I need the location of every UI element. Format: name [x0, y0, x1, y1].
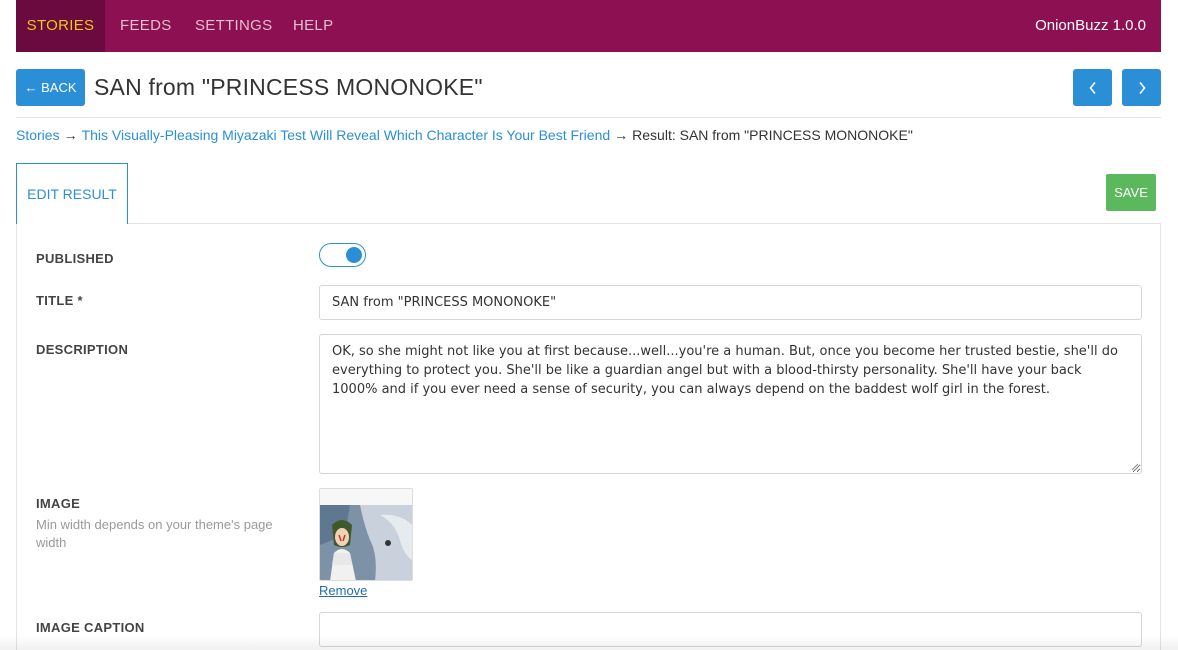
description-textarea[interactable]: OK, so she might not like you at first b… [319, 334, 1142, 474]
tab-edit-result[interactable]: EDIT RESULT [16, 163, 128, 224]
page-title: SAN from "PRINCESS MONONOKE" [94, 74, 483, 100]
nav-item-feeds[interactable]: FEEDS [120, 0, 172, 52]
back-button[interactable]: ← BACK [16, 69, 85, 106]
resize-grip-icon[interactable] [1131, 463, 1139, 471]
nav-item-settings[interactable]: SETTINGS [195, 0, 272, 52]
app-brand: OnionBuzz 1.0.0 [1035, 17, 1146, 34]
top-navbar: STORIES FEEDS SETTINGS HELP OnionBuzz 1.… [16, 0, 1161, 52]
breadcrumb-story-link[interactable]: This Visually-Pleasing Miyazaki Test Wil… [82, 127, 611, 143]
nav-item-help[interactable]: HELP [293, 0, 333, 52]
previous-button[interactable] [1073, 69, 1112, 106]
next-button[interactable] [1122, 69, 1161, 106]
image-thumbnail [319, 488, 413, 581]
toggle-knob [346, 247, 362, 263]
header-divider [16, 117, 1161, 118]
description-label: DESCRIPTION [36, 342, 129, 357]
breadcrumb-stories-link[interactable]: Stories [16, 127, 60, 143]
save-button[interactable]: SAVE [1106, 174, 1156, 211]
breadcrumb-arrow: → [614, 127, 629, 143]
breadcrumb-arrow: → [63, 127, 78, 143]
image-caption-label: IMAGE CAPTION [36, 620, 145, 635]
image-preview [320, 505, 412, 580]
title-input[interactable]: SAN from "PRINCESS MONONOKE" [319, 285, 1142, 320]
nav-item-stories[interactable]: STORIES [16, 0, 105, 52]
chevron-left-icon [1088, 81, 1096, 94]
image-label: IMAGE [36, 496, 81, 511]
remove-image-link[interactable]: Remove [319, 583, 367, 598]
published-label: PUBLISHED [36, 251, 114, 266]
breadcrumb-current: Result: SAN from "PRINCESS MONONOKE" [632, 127, 913, 143]
chevron-right-icon [1138, 81, 1146, 94]
image-caption-input[interactable] [319, 612, 1142, 647]
breadcrumb: Stories → This Visually-Pleasing Miyazaki … [16, 127, 913, 143]
published-toggle[interactable] [319, 243, 366, 267]
title-label: TITLE * [36, 293, 83, 308]
image-help-text: Min width depends on your theme's page w… [36, 517, 273, 550]
